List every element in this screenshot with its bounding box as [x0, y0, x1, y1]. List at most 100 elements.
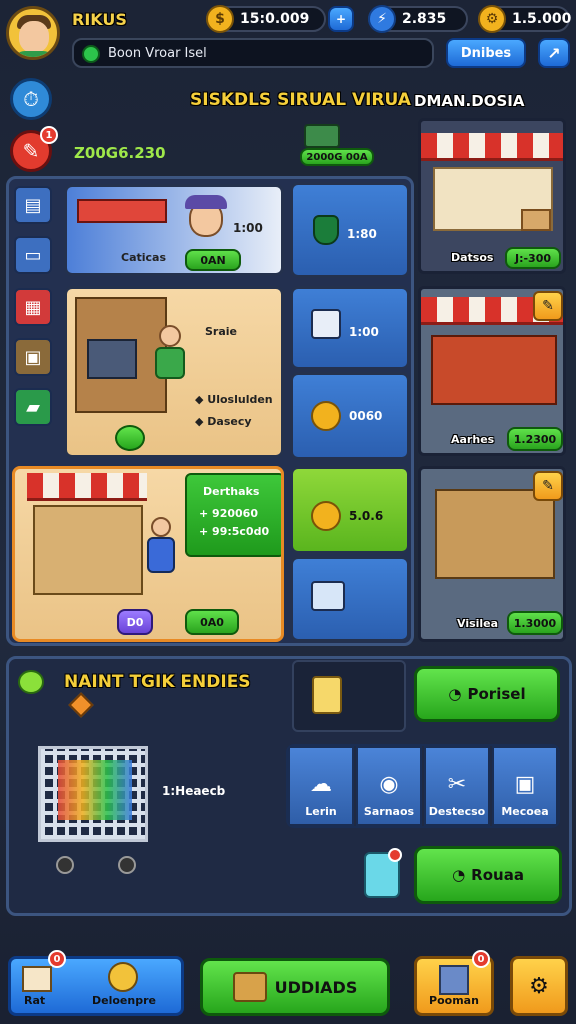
scanner-sign-icon	[311, 309, 341, 339]
item-tile-4[interactable]: 5.0.6	[290, 466, 410, 554]
shopper-body	[147, 537, 175, 573]
gear-value: 1.5.000	[512, 11, 572, 27]
cart-wheel-2	[118, 856, 136, 874]
box-icon	[521, 209, 551, 231]
stats-line-2: + 99:5c0d0	[199, 525, 270, 538]
shop-price-3[interactable]: 1.3000	[507, 611, 563, 635]
coin-icon: $	[206, 5, 234, 33]
category-label: Lerin	[305, 805, 337, 818]
shop-price-2[interactable]: 1.2300	[507, 427, 563, 451]
rouaa-label: Rouaa	[471, 866, 524, 884]
item-tile-5[interactable]	[290, 556, 410, 642]
nav-center-button[interactable]: UDDIADS	[200, 958, 390, 1016]
category-destecso[interactable]: ✂ Destecso	[424, 746, 490, 826]
cash-counter: ⚡ 2.835	[368, 5, 468, 33]
dnibes-button[interactable]: Dnibes	[446, 38, 526, 68]
category-row: ☁ Lerin ◉ Sarnaos ✂ Destecso ▣ Mecoea	[286, 744, 560, 828]
coin-bag-icon	[311, 501, 341, 531]
page-subtitle: DMAN.DOSIA	[414, 92, 525, 110]
item-price-1: 1:80	[347, 227, 377, 241]
package-icon: ▣	[24, 346, 42, 368]
grid-icon-5[interactable]: ▰	[14, 388, 52, 426]
grid-icon-2[interactable]: ▭	[14, 236, 52, 274]
grid-icon-4[interactable]: ▣	[14, 338, 52, 376]
cart-goods	[58, 760, 132, 820]
checkout-tile[interactable]: Sraie ◆ Uloslulden ◆ Dasecy	[64, 286, 284, 458]
cash-value: 2.835	[402, 11, 447, 27]
nav-home-badge: 0	[48, 950, 66, 968]
center-value: 2000G 00A	[300, 148, 374, 166]
gear-icon: ⚙	[529, 973, 549, 999]
green-button[interactable]: 0A0	[185, 609, 239, 635]
cart-wheel	[56, 856, 74, 874]
category-mecoea[interactable]: ▣ Mecoea	[492, 746, 558, 826]
checkout-action-icon[interactable]	[115, 425, 145, 451]
bullet2-text: Dasecy	[207, 415, 252, 428]
register-screen-icon	[87, 339, 137, 379]
shop-interior-3	[435, 489, 555, 579]
tools-icon: ✂	[447, 772, 467, 797]
player-avatar[interactable]	[6, 6, 60, 60]
nav-settings[interactable]: ⚙	[510, 956, 568, 1016]
coin-counter: $ 15:0.009	[206, 5, 326, 33]
storefront-awning	[27, 473, 147, 501]
store-front-tile[interactable]: Derthaks + 920060 + 99:5c0d0 D0 0A0	[12, 466, 284, 642]
storefront-building	[33, 505, 143, 595]
rouaa-button[interactable]: ◔ Rouaa	[414, 846, 562, 904]
cloud-icon: ☁	[310, 772, 332, 797]
grid-icon-3[interactable]: ▦	[14, 288, 52, 326]
purple-button[interactable]: D0	[117, 609, 153, 635]
clock-button[interactable]: ⏱	[10, 78, 52, 120]
crate-box-icon	[311, 581, 345, 611]
checkout-bullet-1: ◆ Uloslulden	[195, 393, 273, 406]
item-price-3: 0060	[349, 409, 383, 423]
upgrade-badge-2[interactable]: ✎	[533, 471, 563, 501]
item-tile-1[interactable]: 1:80	[290, 182, 410, 278]
dnibes-label: Dnibes	[460, 45, 512, 61]
shop-name-3: Visilea	[457, 617, 499, 630]
nav-employees-label: Deloenpre	[92, 994, 156, 1007]
item-tile-2[interactable]: 1:00	[290, 286, 410, 370]
avatar-face	[19, 21, 49, 53]
shop-card-3[interactable]: ✎ Visilea 1.3000	[418, 466, 566, 642]
promo-pill[interactable]: 0AN	[185, 249, 241, 271]
shop-awning	[421, 133, 563, 161]
shop-card-1[interactable]: Datsos J:-300	[418, 118, 566, 274]
promo-price: 1:00	[233, 221, 263, 235]
gear-icon: ⚙	[478, 5, 506, 33]
nav-center-label: UDDIADS	[274, 977, 358, 997]
coin-value: 15:0.009	[240, 11, 310, 27]
shop-price[interactable]: J:-300	[505, 247, 561, 269]
note-icon	[312, 676, 342, 714]
upgrade-badge-1[interactable]: ✎	[533, 291, 563, 321]
checkout-title: Sraie	[205, 325, 238, 338]
shop-name-2: Aarhes	[451, 433, 495, 446]
grid-icon-1[interactable]: ▤	[14, 186, 52, 224]
worker-icon	[108, 962, 138, 992]
clock-icon: ◔	[452, 866, 466, 884]
porisel-button[interactable]: ◔ Porisel	[414, 666, 560, 722]
category-sarnaos[interactable]: ◉ Sarnaos	[356, 746, 422, 826]
cash-icon: ⚡	[368, 5, 396, 33]
item-tile-3[interactable]: 0060	[290, 372, 410, 460]
shopper-icon	[151, 517, 171, 537]
promo-tile[interactable]: 1:00 Caticas 0AN	[64, 184, 284, 276]
balance-value: Z00G6.230	[74, 144, 166, 162]
tools-badge: 1	[40, 126, 58, 144]
expand-button[interactable]: ↗	[538, 38, 570, 68]
heart-icon	[18, 670, 44, 694]
add-coins-button[interactable]: +	[328, 6, 354, 32]
nav-home-label: Rat	[24, 994, 46, 1007]
promo-name: Caticas	[121, 251, 167, 264]
message-bar[interactable]: Boon Vroar Isel	[72, 38, 434, 68]
wrench-icon: ✎	[22, 139, 40, 163]
cash-stack-icon: ▰	[26, 396, 40, 418]
shop-interior	[431, 335, 557, 405]
category-lerin[interactable]: ☁ Lerin	[288, 746, 354, 826]
stats-line-1: + 920060	[199, 507, 258, 520]
shopping-cart	[28, 726, 154, 876]
nav-employees[interactable]: Deloenpre	[84, 960, 180, 1012]
shop-card-2[interactable]: ✎ Aarhes 1.2300	[418, 286, 566, 456]
bullet1-text: Uloslulden	[207, 393, 273, 406]
nav-inventory-badge: 0	[472, 950, 490, 968]
